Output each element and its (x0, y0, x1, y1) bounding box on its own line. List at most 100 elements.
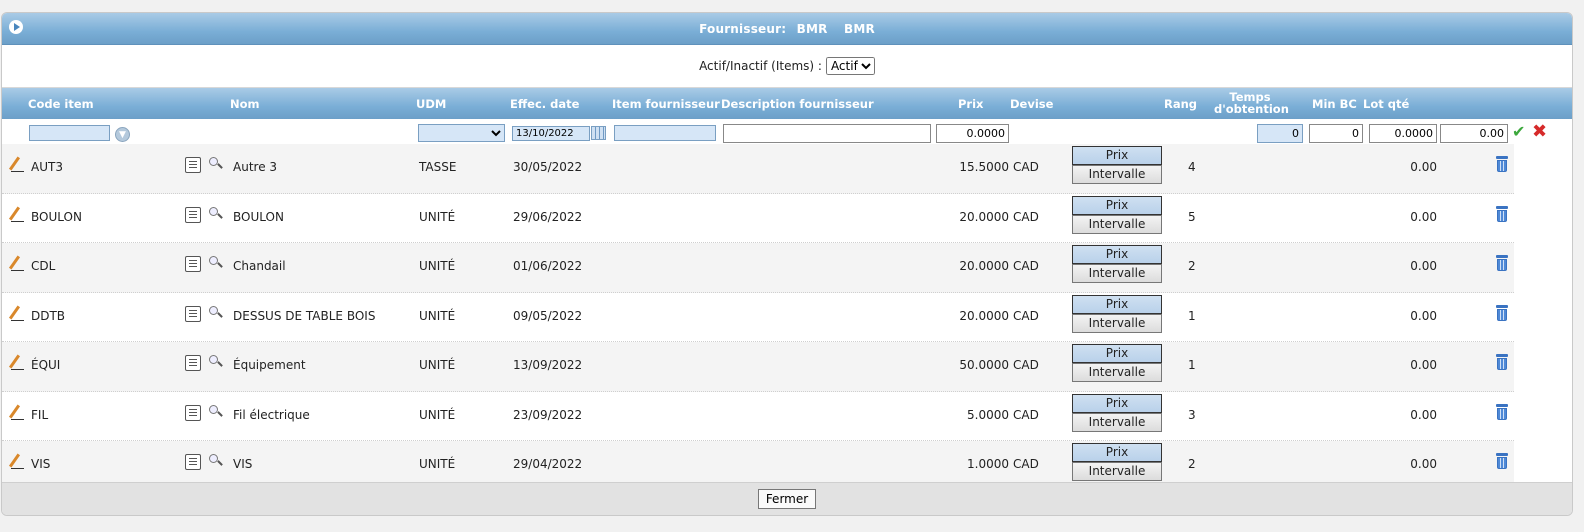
notes-icon[interactable] (185, 206, 201, 223)
col-temps-obtention[interactable]: Temps d'obtention (1214, 91, 1289, 116)
delete-trash-icon[interactable] (1496, 255, 1508, 271)
row-code: CDL (31, 259, 56, 273)
col-rang[interactable]: Rang (1164, 97, 1197, 111)
code-dropdown-icon[interactable]: ▼ (115, 127, 130, 142)
edit-pencil-icon[interactable] (10, 206, 26, 222)
row-date: 29/06/2022 (513, 209, 583, 224)
title-label: Fournisseur: (699, 21, 787, 36)
edit-pencil-icon[interactable] (10, 156, 26, 172)
delete-trash-icon[interactable] (1496, 156, 1508, 172)
row-lot: 0.00 (1410, 358, 1437, 372)
collapse-toggle-icon[interactable] (9, 20, 23, 34)
row-date: 09/05/2022 (513, 308, 583, 323)
magnifier-icon[interactable] (209, 355, 223, 369)
prix-button[interactable]: Prix (1072, 294, 1162, 314)
intervalle-button[interactable]: Intervalle (1072, 214, 1162, 234)
notes-icon[interactable] (185, 305, 201, 322)
col-devise[interactable]: Devise (1010, 97, 1053, 111)
delete-trash-icon[interactable] (1496, 304, 1508, 321)
magnifier-icon[interactable] (209, 305, 223, 320)
row-udm: TASSE (419, 160, 457, 174)
new-min-bc-input[interactable] (1309, 124, 1363, 143)
active-filter-label: Actif/Inactif (Items) : (699, 59, 822, 73)
row-lot: 0.00 (1410, 160, 1437, 174)
intervalle-button[interactable]: Intervalle (1072, 313, 1162, 333)
delete-trash-icon[interactable] (1496, 403, 1508, 420)
delete-trash-icon[interactable] (1496, 453, 1508, 469)
notes-icon[interactable] (185, 454, 201, 470)
edit-pencil-icon[interactable] (10, 255, 26, 271)
new-item-fournisseur-input[interactable] (614, 125, 716, 141)
delete-trash-icon[interactable] (1496, 354, 1508, 370)
new-extra-input[interactable] (1440, 124, 1508, 143)
intervalle-button[interactable]: Intervalle (1072, 264, 1162, 283)
column-header-row: Code item Nom UDM Effec. date Item fourn… (2, 88, 1572, 119)
row-prix: 1.0000 (967, 457, 1009, 471)
prix-button[interactable]: Prix (1072, 195, 1162, 215)
row-prix: 20.0000 (959, 259, 1009, 273)
col-prix[interactable]: Prix (958, 97, 983, 111)
confirm-check-icon[interactable]: ✔ (1512, 122, 1525, 141)
col-min-bc[interactable]: Min BC (1312, 97, 1357, 111)
col-effec-date[interactable]: Effec. date (510, 97, 579, 111)
row-nom: VIS (233, 457, 253, 471)
col-lot-qte[interactable]: Lot qté (1363, 97, 1409, 111)
row-date: 13/09/2022 (513, 358, 583, 372)
new-description-input[interactable] (723, 124, 931, 143)
notes-icon[interactable] (185, 404, 201, 421)
col-udm[interactable]: UDM (416, 97, 446, 111)
row-date: 01/06/2022 (513, 259, 583, 273)
row-rang: 4 (1188, 160, 1196, 174)
row-udm: UNITÉ (419, 358, 456, 372)
col-nom[interactable]: Nom (230, 97, 260, 111)
row-nom: BOULON (233, 209, 284, 224)
new-prix-input[interactable] (936, 124, 1009, 143)
col-item-fournisseur[interactable]: Item fournisseur (612, 97, 720, 111)
row-code: FIL (31, 407, 49, 422)
row-rang: 1 (1188, 358, 1196, 372)
notes-icon[interactable] (185, 256, 201, 272)
active-filter-row: Actif/Inactif (Items) : Actif (2, 45, 1572, 88)
edit-pencil-icon[interactable] (10, 354, 26, 370)
new-lot-qte-input[interactable] (1369, 124, 1437, 143)
active-filter-select[interactable]: Actif (825, 57, 875, 75)
prix-button[interactable]: Prix (1072, 393, 1162, 413)
row-nom: Équipement (233, 358, 306, 372)
edit-pencil-icon[interactable] (10, 305, 26, 321)
edit-pencil-icon[interactable] (10, 453, 26, 469)
new-item-row: ▼ ✔ ✖ (2, 119, 1572, 145)
new-temps-input[interactable] (1257, 124, 1303, 143)
intervalle-button[interactable]: Intervalle (1072, 412, 1162, 432)
new-udm-select[interactable] (418, 124, 505, 142)
row-date: 30/05/2022 (513, 160, 583, 174)
magnifier-icon[interactable] (209, 256, 223, 270)
col-temps-line2: d'obtention (1214, 102, 1289, 116)
table-row: BOULON BOULON UNITÉ 29/06/2022 20.0000 CAD Pri… (2, 194, 1514, 243)
prix-button[interactable]: Prix (1072, 245, 1162, 264)
fermer-button[interactable]: Fermer (757, 489, 817, 509)
magnifier-icon[interactable] (209, 157, 223, 171)
prix-button[interactable]: Prix (1072, 344, 1162, 363)
edit-pencil-icon[interactable] (10, 404, 26, 420)
col-code-item[interactable]: Code item (28, 97, 94, 111)
new-code-input[interactable] (29, 125, 110, 141)
row-rang: 2 (1188, 457, 1196, 471)
notes-icon[interactable] (185, 355, 201, 371)
row-code: ÉQUI (31, 358, 61, 372)
magnifier-icon[interactable] (209, 454, 223, 468)
intervalle-button[interactable]: Intervalle (1072, 165, 1162, 184)
col-description-fournisseur[interactable]: Description fournisseur (721, 97, 874, 111)
prix-button[interactable]: Prix (1072, 146, 1162, 165)
magnifier-icon[interactable] (209, 206, 223, 221)
notes-icon[interactable] (185, 157, 201, 173)
magnifier-icon[interactable] (209, 404, 223, 419)
row-code: VIS (31, 457, 51, 471)
intervalle-button[interactable]: Intervalle (1072, 462, 1162, 481)
delete-trash-icon[interactable] (1496, 205, 1508, 222)
intervalle-button[interactable]: Intervalle (1072, 363, 1162, 382)
calendar-icon[interactable] (591, 126, 606, 140)
row-code: AUT3 (31, 160, 63, 174)
prix-button[interactable]: Prix (1072, 443, 1162, 462)
new-date-input[interactable] (512, 126, 590, 141)
cancel-x-icon[interactable]: ✖ (1532, 121, 1547, 142)
